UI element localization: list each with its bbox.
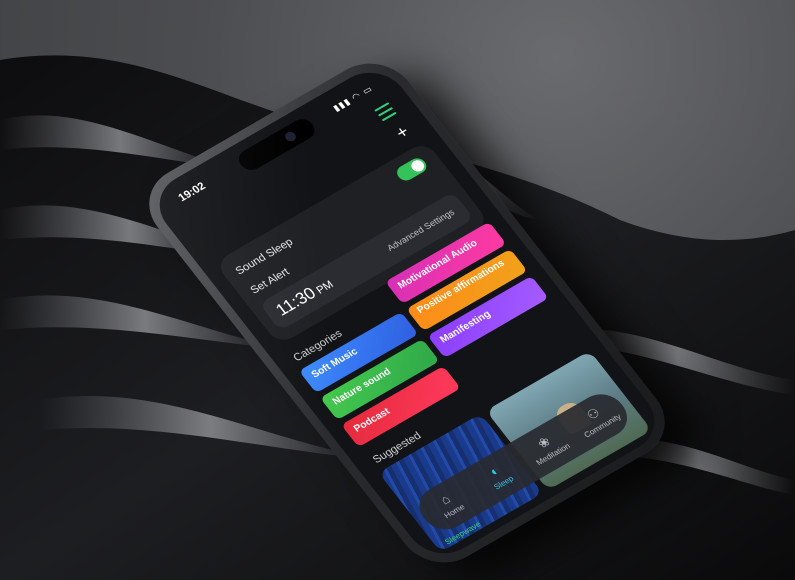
- alarm-ampm: PM: [314, 278, 336, 297]
- alarm-time-value: 11:30: [272, 283, 320, 320]
- hamburger-icon[interactable]: [374, 102, 399, 124]
- home-icon: ⌂: [437, 491, 454, 508]
- background-scene: 19:02 ▮▮▮ ◠ ▭ + Sound Sleep Set Alert 11…: [0, 0, 795, 580]
- lotus-icon: ❀: [534, 433, 554, 452]
- moon-icon: ◐: [486, 462, 503, 479]
- plus-icon[interactable]: +: [392, 122, 414, 143]
- status-time: 19:02: [176, 180, 209, 205]
- signal-wifi-battery-icon: ▮▮▮ ◠ ▭: [331, 83, 375, 114]
- people-icon: ⚇: [583, 405, 603, 423]
- camera-icon: [283, 130, 298, 144]
- sound-sleep-toggle[interactable]: [393, 155, 430, 184]
